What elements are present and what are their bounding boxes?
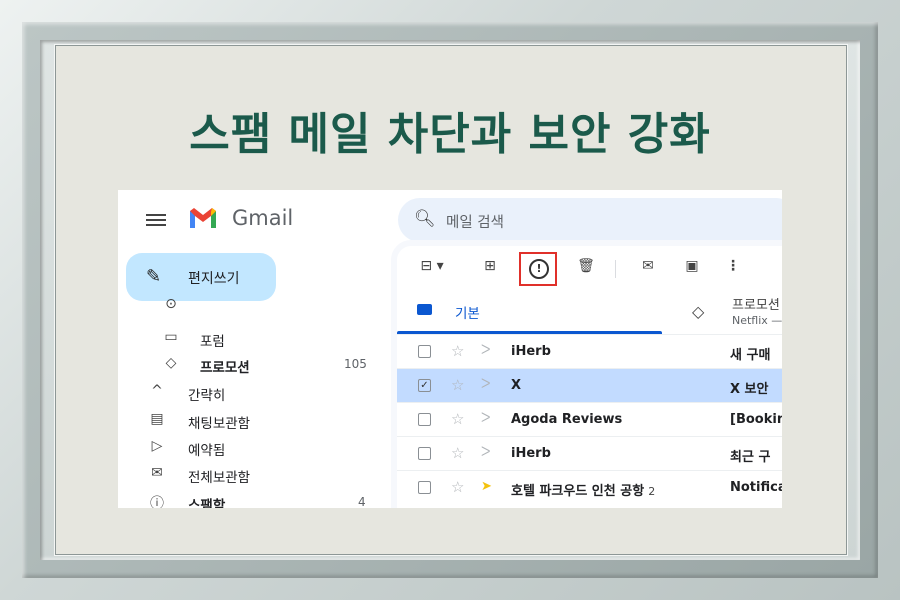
sidebar-item-count: 105 [344, 357, 367, 371]
email-subject: Notifica [730, 480, 782, 495]
email-subject: 새 구매 [730, 348, 771, 363]
headline-title: 스팸 메일 차단과 보안 강화 [189, 109, 711, 160]
sidebar-item-label: 프로모션 [200, 360, 250, 376]
sidebar-item-promotions[interactable]: ◇ 프로모션 105 [118, 352, 388, 378]
tab-promotions-sub: Netflix — [732, 314, 782, 327]
row-checkbox[interactable] [418, 481, 431, 494]
tag-icon: ◇ [692, 302, 705, 321]
tab-basic[interactable]: 기본 [397, 292, 662, 334]
star-icon[interactable]: ☆ [451, 376, 464, 394]
archive-icon[interactable]: ⊞ [479, 258, 501, 282]
app-name: Gmail [232, 206, 294, 230]
delete-icon[interactable]: 🗑︎ [575, 258, 597, 282]
row-checkbox[interactable] [418, 413, 431, 426]
gmail-screenshot: Gmail ✎ 편지쓰기 ⊙ ▭ 포럼 ◇ 프로모션 105 ^ 간략히 ▤ 채… [118, 190, 782, 508]
inbox-icon [417, 304, 432, 315]
email-row[interactable]: ☆ ➤ 호텔 파크우드 인천 공항 2 Notifica [397, 470, 782, 505]
sidebar-item-label: 포럼 [200, 334, 225, 350]
email-sender: 호텔 파크우드 인천 공항 2 [511, 484, 656, 499]
row-checkbox[interactable] [418, 447, 431, 460]
mark-read-icon[interactable]: ✉ [637, 258, 659, 282]
sidebar-item-scheduled[interactable]: ▷ 예약됨 [118, 435, 388, 461]
email-row[interactable]: ☆ ᐳ iHerb 최근 구 [397, 436, 782, 471]
email-subject: X 보안 [730, 382, 769, 397]
toolbar-divider [615, 260, 616, 278]
sidebar-item-label: 예약됨 [188, 443, 226, 459]
label-icon: ⊙ [165, 296, 177, 312]
report-spam-icon: ! [529, 259, 549, 279]
chevron-up-icon: ^ [151, 383, 163, 399]
sidebar-item-label: 전체보관함 [188, 470, 251, 486]
sidebar-item-label: 채팅보관함 [188, 416, 251, 432]
chat-icon: ▤ [150, 411, 164, 427]
email-row[interactable]: ☆ ᐳ Agoda Reviews [Bookin [397, 402, 782, 437]
sidebar-item-label: 스팸함 [188, 498, 226, 508]
row-checkbox-checked[interactable]: ✓ [418, 379, 431, 392]
all-mail-icon: ✉ [151, 465, 163, 481]
gmail-logo-icon [190, 208, 216, 228]
sidebar-item-forum[interactable]: ▭ 포럼 [118, 326, 388, 352]
sidebar-item-less[interactable]: ^ 간략히 [118, 380, 388, 406]
forum-icon: ▭ [164, 329, 178, 345]
sidebar-item-spam[interactable]: ⓘ 스팸함 4 [118, 490, 388, 508]
sidebar-item-partial[interactable]: ⊙ [118, 296, 388, 326]
email-sender: iHerb [511, 344, 551, 359]
email-sender: X [511, 378, 522, 393]
compose-button[interactable]: ✎ 편지쓰기 [126, 253, 276, 301]
email-subject: [Bookin [730, 412, 782, 427]
select-checkbox-dropdown[interactable]: ⊟ ▾ [415, 258, 449, 282]
sidebar-item-chats[interactable]: ▤ 채팅보관함 [118, 408, 388, 434]
tab-promotions[interactable]: ◇ 프로모션 Netflix — [682, 292, 782, 334]
tab-promotions-label: 프로모션 [732, 298, 780, 313]
star-icon[interactable]: ☆ [451, 410, 464, 428]
report-spam-button[interactable]: ! [519, 252, 557, 286]
email-sender: Agoda Reviews [511, 412, 623, 427]
spam-icon: ⓘ [150, 496, 164, 508]
importance-marker-icon[interactable]: ᐳ [481, 411, 490, 426]
importance-marker-icon[interactable]: ᐳ [481, 343, 490, 358]
importance-marker-icon[interactable]: ᐳ [481, 377, 490, 392]
search-icon: 🔍︎ [414, 209, 436, 229]
compose-label: 편지쓰기 [188, 271, 240, 287]
star-icon[interactable]: ☆ [451, 444, 464, 462]
row-checkbox[interactable] [418, 345, 431, 358]
star-icon[interactable]: ☆ [451, 478, 464, 496]
importance-marker-icon[interactable]: ᐳ [481, 445, 490, 460]
sidebar-item-count: 4 [358, 495, 366, 508]
thread-count: 2 [648, 485, 656, 498]
email-sender: iHerb [511, 446, 551, 461]
sidebar-item-label: 간략히 [188, 388, 226, 404]
importance-marker-icon[interactable]: ➤ [481, 479, 492, 494]
email-subject: 최근 구 [730, 450, 771, 465]
search-bar[interactable]: 🔍︎ 메일 검색 [398, 198, 782, 242]
sidebar-item-all-mail[interactable]: ✉ 전체보관함 [118, 462, 388, 488]
pencil-icon: ✎ [146, 266, 162, 287]
menu-icon[interactable] [146, 211, 166, 229]
tab-basic-label: 기본 [455, 306, 480, 322]
email-row[interactable]: ☆ ᐳ iHerb 새 구매 [397, 334, 782, 369]
tag-icon: ◇ [165, 355, 177, 371]
email-row-selected[interactable]: ✓ ☆ ᐳ X X 보안 [397, 368, 782, 403]
star-icon[interactable]: ☆ [451, 342, 464, 360]
more-options-icon[interactable]: ⋮ [725, 258, 741, 282]
move-to-folder-icon[interactable]: ▣ [681, 258, 703, 282]
scheduled-icon: ▷ [151, 438, 163, 454]
mail-list-pane: ⊟ ▾ ⊞ ! 🗑︎ ✉ ▣ ⋮ 기본 ◇ 프로모션 Netflix — ☆ ᐳ… [397, 246, 782, 508]
search-placeholder: 메일 검색 [446, 215, 504, 231]
